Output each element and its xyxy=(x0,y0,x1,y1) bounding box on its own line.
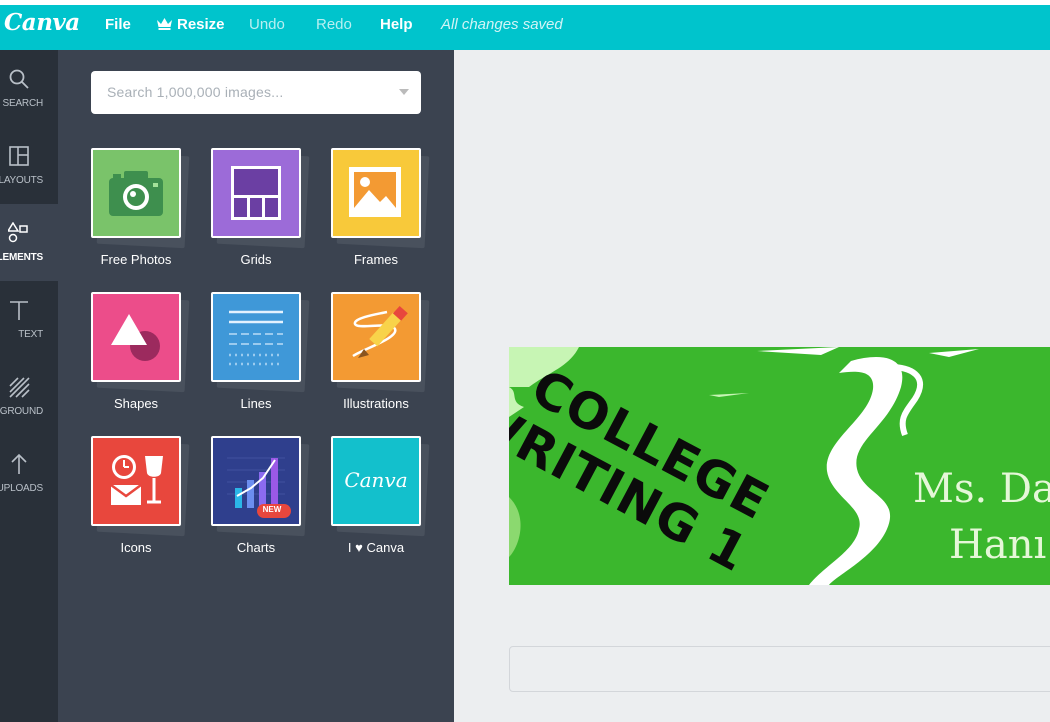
redo-button[interactable]: Redo xyxy=(316,15,352,35)
tile-grids[interactable]: Grids xyxy=(211,148,311,278)
upload-icon xyxy=(8,453,30,475)
tile-label: Icons xyxy=(120,540,152,555)
lines-icon xyxy=(211,292,301,382)
save-status: All changes saved xyxy=(441,16,563,33)
design-workspace: COLLEGE WRITING 1 Ms. Da Hanı xyxy=(454,50,1050,722)
new-badge: NEW xyxy=(262,505,282,514)
undo-button[interactable]: Undo xyxy=(249,15,285,35)
file-menu[interactable]: File xyxy=(105,15,131,35)
tile-label: Frames xyxy=(353,252,399,267)
grid-icon xyxy=(211,148,301,238)
rail-label-elements: ELEMENTS xyxy=(0,252,43,263)
teacher-name: Ms. Da xyxy=(913,466,1050,512)
rail-item-layouts[interactable]: LAYOUTS xyxy=(0,127,58,204)
help-menu[interactable]: Help xyxy=(380,15,413,35)
canva-logo[interactable]: Canva xyxy=(4,9,80,36)
top-bar: Canva File Resize Undo Redo Help All cha… xyxy=(0,5,1050,50)
rail-item-text[interactable]: TEXT xyxy=(0,281,58,358)
chevron-down-icon[interactable] xyxy=(399,89,409,95)
page-placeholder[interactable] xyxy=(509,646,1050,692)
rail-item-background[interactable]: KGROUND xyxy=(0,358,58,435)
tile-label: Illustrations xyxy=(343,396,409,411)
tile-label: Lines xyxy=(240,396,272,411)
resize-label: Resize xyxy=(177,16,225,33)
design-canvas[interactable]: COLLEGE WRITING 1 Ms. Da Hanı xyxy=(509,347,1050,585)
search-icon xyxy=(8,68,30,90)
tile-label: Grids xyxy=(240,252,272,267)
tile-label: I ♥ Canva xyxy=(347,540,405,555)
resize-button[interactable]: Resize xyxy=(156,15,225,36)
tile-label: Shapes xyxy=(113,396,159,411)
image-search-input[interactable]: Search 1,000,000 images... xyxy=(91,71,421,114)
tile-label: Charts xyxy=(236,540,276,555)
layouts-icon xyxy=(8,145,30,167)
rail-item-elements[interactable]: ELEMENTS xyxy=(0,204,58,281)
tile-icons[interactable]: Icons xyxy=(91,436,191,566)
tile-illustrations[interactable]: Illustrations xyxy=(331,292,431,422)
camera-icon xyxy=(91,148,181,238)
clock-icon xyxy=(91,436,181,526)
rail-item-search[interactable]: SEARCH xyxy=(0,50,58,127)
tile-lines[interactable]: Lines xyxy=(211,292,311,422)
tile-free-photos[interactable]: Free Photos xyxy=(91,148,191,278)
rail-label-uploads: UPLOADS xyxy=(0,483,43,494)
rail-label-text: TEXT xyxy=(18,329,43,340)
tile-frames[interactable]: Frames xyxy=(331,148,431,278)
background-icon xyxy=(8,376,30,398)
tile-charts[interactable]: NEW Charts xyxy=(211,436,311,566)
elements-panel: Search 1,000,000 images... Free Photos G… xyxy=(58,50,454,722)
text-icon xyxy=(8,299,30,321)
rail-label-background: KGROUND xyxy=(0,406,43,417)
canva-wordmark: Canva xyxy=(344,468,408,492)
tile-shapes[interactable]: Shapes xyxy=(91,292,191,422)
tile-label: Free Photos xyxy=(100,252,172,267)
rail-label-layouts: LAYOUTS xyxy=(0,175,43,186)
teacher-name-line-2: Hanı xyxy=(949,522,1047,568)
rail-item-uploads[interactable]: UPLOADS xyxy=(0,435,58,512)
elements-icon xyxy=(6,221,30,244)
shapes-icon xyxy=(91,292,181,382)
rail-label-search: SEARCH xyxy=(2,98,44,109)
left-rail: SEARCH LAYOUTS ELEMENTS TEXT KGROUND UPL… xyxy=(0,50,58,722)
pencil-icon xyxy=(331,292,421,382)
crown-icon xyxy=(156,16,173,36)
search-placeholder: Search 1,000,000 images... xyxy=(107,84,284,100)
tile-i-love-canva[interactable]: Canva I ♥ Canva xyxy=(331,436,431,566)
frame-icon xyxy=(331,148,421,238)
